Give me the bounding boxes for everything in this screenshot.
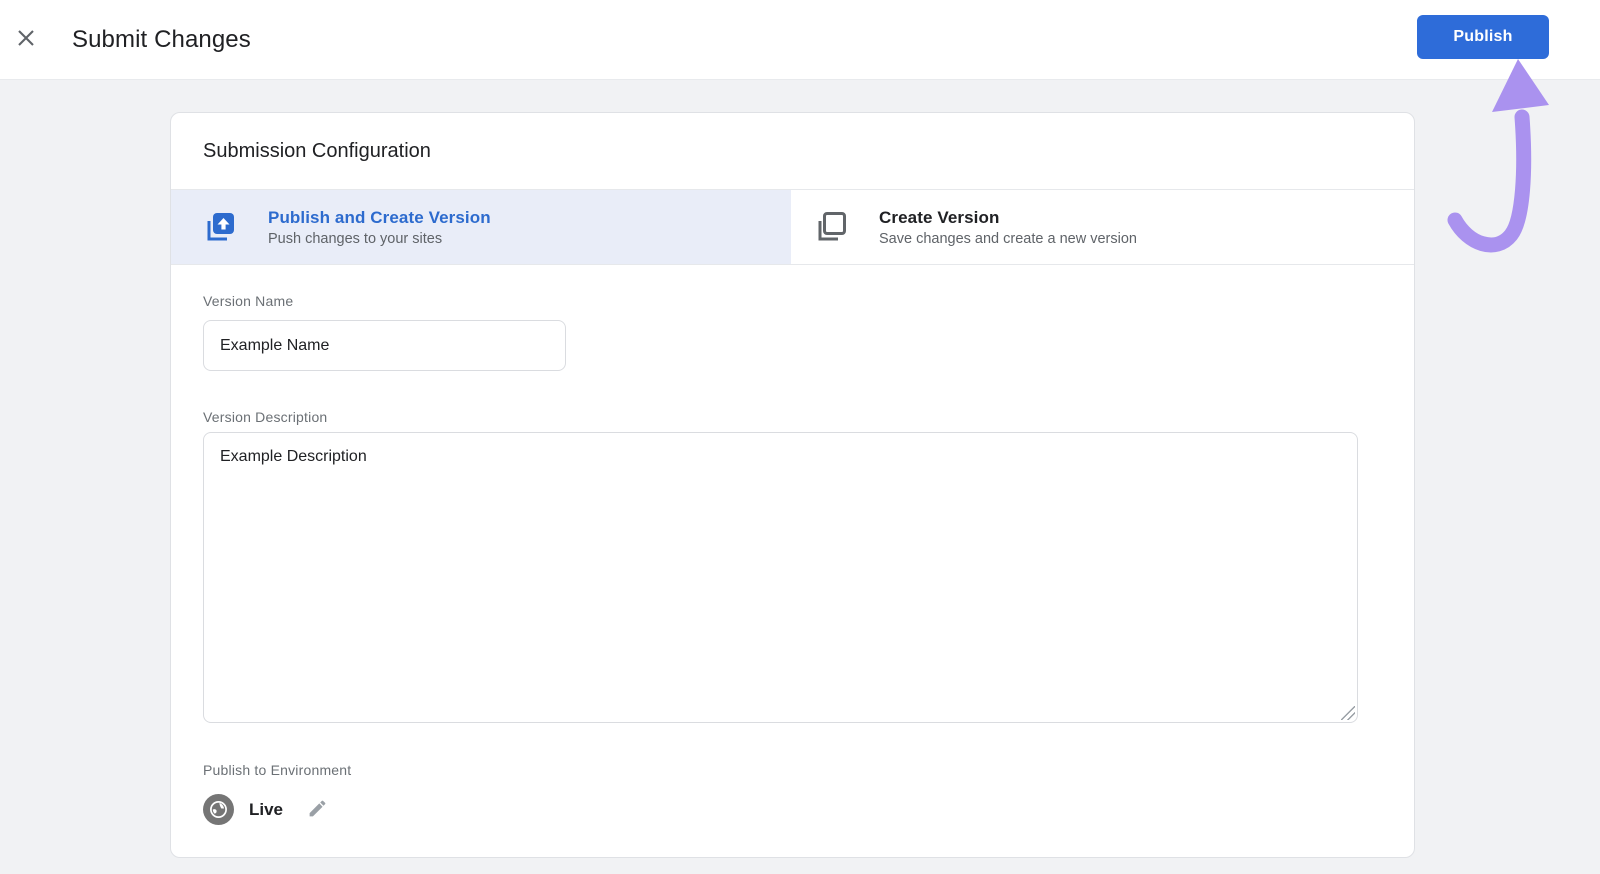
- close-button[interactable]: [2, 16, 50, 64]
- tab-sublabel: Save changes and create a new version: [879, 231, 1137, 247]
- submission-type-tabs: Publish and Create Version Push changes …: [171, 189, 1414, 265]
- tab-label: Create Version: [879, 208, 1137, 228]
- edit-environment-button[interactable]: [305, 798, 329, 822]
- card-title: Submission Configuration: [203, 140, 431, 163]
- submission-configuration-card: Submission Configuration Publish and Cre…: [170, 112, 1415, 858]
- annotation-arrow: [1420, 55, 1570, 270]
- publish-to-environment-label: Publish to Environment: [203, 762, 1382, 778]
- tab-sublabel: Push changes to your sites: [268, 231, 491, 247]
- version-name-label: Version Name: [203, 293, 293, 309]
- tab-text-block: Create Version Save changes and create a…: [879, 208, 1137, 247]
- top-app-bar: Submit Changes Publish: [0, 0, 1600, 80]
- edit-pencil-icon: [307, 798, 328, 822]
- publish-upload-icon: [202, 209, 238, 245]
- environment-row: Live: [203, 794, 1382, 825]
- version-description-textarea[interactable]: Example Description: [203, 432, 1358, 723]
- version-description-label: Version Description: [203, 409, 1382, 425]
- version-name-input[interactable]: [203, 320, 566, 371]
- card-header: Submission Configuration: [171, 113, 1414, 189]
- globe-icon: [203, 794, 234, 825]
- submission-form: Version Name Version Description Example…: [171, 265, 1414, 825]
- tab-publish-and-create-version[interactable]: Publish and Create Version Push changes …: [171, 190, 791, 264]
- environment-name: Live: [249, 800, 283, 820]
- tab-text-block: Publish and Create Version Push changes …: [268, 208, 491, 247]
- close-icon: [14, 26, 38, 53]
- copy-pages-icon: [813, 209, 849, 245]
- publish-button[interactable]: Publish: [1417, 15, 1549, 59]
- tab-create-version[interactable]: Create Version Save changes and create a…: [791, 190, 1414, 264]
- page-title: Submit Changes: [72, 26, 251, 54]
- tab-label: Publish and Create Version: [268, 208, 491, 228]
- version-description-wrap: Example Description: [203, 432, 1358, 723]
